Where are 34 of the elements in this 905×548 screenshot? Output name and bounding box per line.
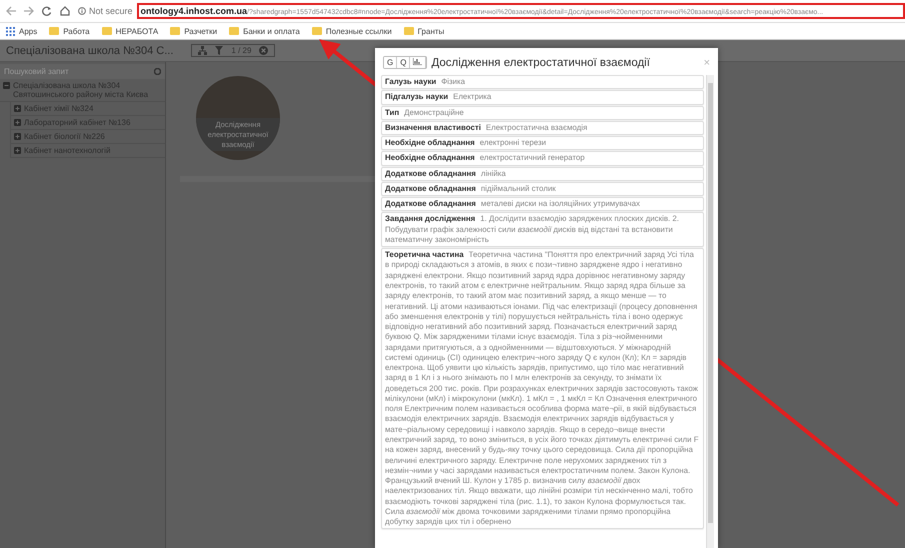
bookmark-folder[interactable]: НЕРАБОТА xyxy=(102,26,158,36)
close-icon[interactable] xyxy=(259,46,268,55)
home-icon[interactable] xyxy=(60,6,70,16)
expand-icon[interactable] xyxy=(14,105,21,112)
folder-icon xyxy=(170,27,180,35)
bookmark-folder[interactable]: Разчетки xyxy=(170,26,218,36)
apps-link[interactable]: Apps xyxy=(6,26,38,36)
scroll-thumb[interactable] xyxy=(708,83,713,523)
folder-icon xyxy=(404,27,414,35)
folder-icon xyxy=(102,27,112,35)
reload-icon[interactable] xyxy=(42,6,52,16)
bookmark-folder[interactable]: Работа xyxy=(49,26,90,36)
dialog-title: Дослідження електростатичної взаємодії xyxy=(431,56,651,68)
app-title: Спеціалізована школа №304 С... xyxy=(6,44,174,58)
expand-icon[interactable] xyxy=(14,119,21,126)
collapse-icon[interactable] xyxy=(3,82,10,89)
settings-icon[interactable] xyxy=(154,68,161,75)
grid-icon xyxy=(6,26,15,36)
toolbar-button[interactable]: G xyxy=(384,57,398,68)
security-status[interactable]: Not secure xyxy=(78,6,133,16)
expand-icon[interactable] xyxy=(14,133,21,140)
expand-icon[interactable] xyxy=(14,147,21,154)
back-arrow-icon[interactable] xyxy=(6,6,16,16)
bookmark-folder[interactable]: Гранты xyxy=(404,26,444,36)
bookmark-folder[interactable]: Банки и оплата xyxy=(229,26,300,36)
folder-icon xyxy=(49,27,60,35)
forward-arrow-icon[interactable] xyxy=(24,6,34,16)
chart-button[interactable] xyxy=(410,57,426,68)
info-icon xyxy=(78,7,86,15)
filter-icon[interactable] xyxy=(215,46,224,55)
hierarchy-icon[interactable] xyxy=(198,46,208,55)
folder-icon xyxy=(312,27,322,35)
folder-icon xyxy=(229,27,240,35)
bookmark-folder[interactable]: Полезные ссылки xyxy=(312,26,392,36)
